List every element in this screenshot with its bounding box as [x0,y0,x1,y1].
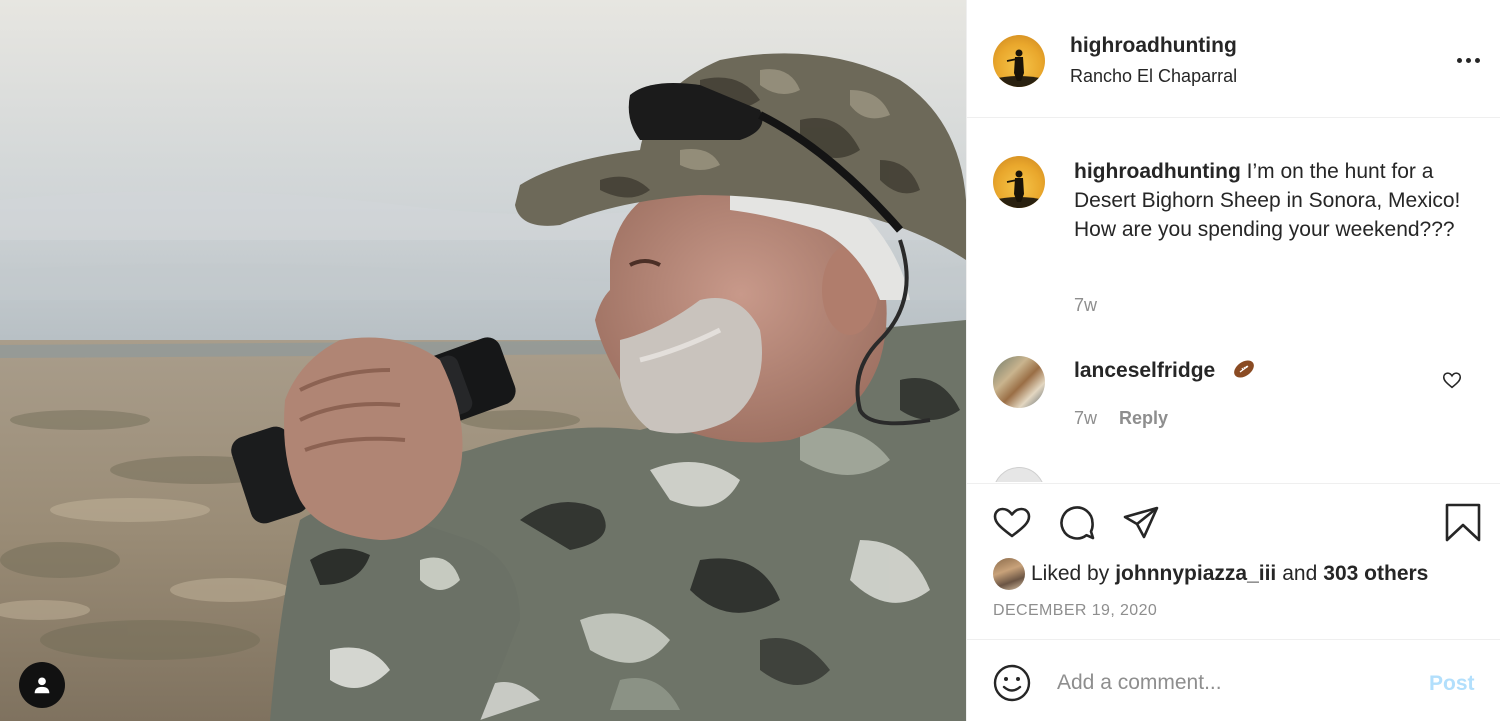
post-actions: Liked by johnnypiazza_iii and 303 others… [967,483,1500,639]
comment-input[interactable] [1057,666,1417,700]
paper-plane-icon[interactable] [1121,503,1161,543]
partial-commenter-avatar[interactable] [993,467,1045,482]
likes-joiner: and [1282,562,1318,585]
likes-others-link[interactable]: 303 others [1323,562,1428,586]
post-location[interactable]: Rancho El Chaparral [1070,66,1237,87]
hunter-silhouette-icon [993,49,1045,87]
speech-bubble-icon[interactable] [1057,503,1097,543]
partial-comment-row [993,467,1473,482]
tagged-users-button[interactable] [19,662,65,708]
post-comment-button[interactable]: Post [1429,672,1475,696]
author-username[interactable]: highroadhunting [1070,34,1237,58]
caption: highroadhunting I’m on the hunt for a De… [1074,157,1474,244]
bookmark-icon[interactable] [1443,503,1483,543]
more-options-icon [1456,57,1462,63]
liker-avatar[interactable] [993,558,1025,590]
post-photo[interactable] [0,0,966,721]
likes-prefix: Liked by [1031,562,1110,585]
liker-username[interactable]: johnnypiazza_iii [1115,562,1276,586]
american-football-emoji [1234,360,1254,378]
post-header: highroadhunting Rancho El Chaparral [967,0,1500,118]
reply-button[interactable]: Reply [1119,408,1168,429]
comment-timestamp[interactable]: 7w [1074,408,1097,429]
hunter-silhouette-icon [993,170,1045,208]
comment-username[interactable]: lanceselfridge [1074,359,1215,383]
commenter-avatar[interactable] [993,356,1045,408]
post-date[interactable]: DECEMBER 19, 2020 [993,602,1157,620]
person-icon [34,677,50,694]
caption-timestamp[interactable]: 7w [1074,295,1097,316]
post-detail-panel: highroadhunting Rancho El Chaparral high… [966,0,1500,721]
caption-author-avatar[interactable] [993,156,1045,208]
comments-list[interactable]: highroadhunting I’m on the hunt for a De… [967,119,1500,482]
caption-username[interactable]: highroadhunting [1074,160,1241,183]
author-avatar[interactable] [993,35,1045,87]
smiley-icon[interactable] [992,663,1032,703]
heart-outline-icon[interactable] [992,503,1032,543]
add-comment-bar: Post [967,639,1500,721]
heart-outline-icon[interactable] [1441,369,1463,391]
more-options-dot [1465,57,1471,63]
more-options-button[interactable] [1453,52,1483,68]
more-options-dot [1474,57,1480,63]
photo-scene [0,0,966,721]
likes-summary: Liked by johnnypiazza_iii and 303 others [993,558,1428,590]
